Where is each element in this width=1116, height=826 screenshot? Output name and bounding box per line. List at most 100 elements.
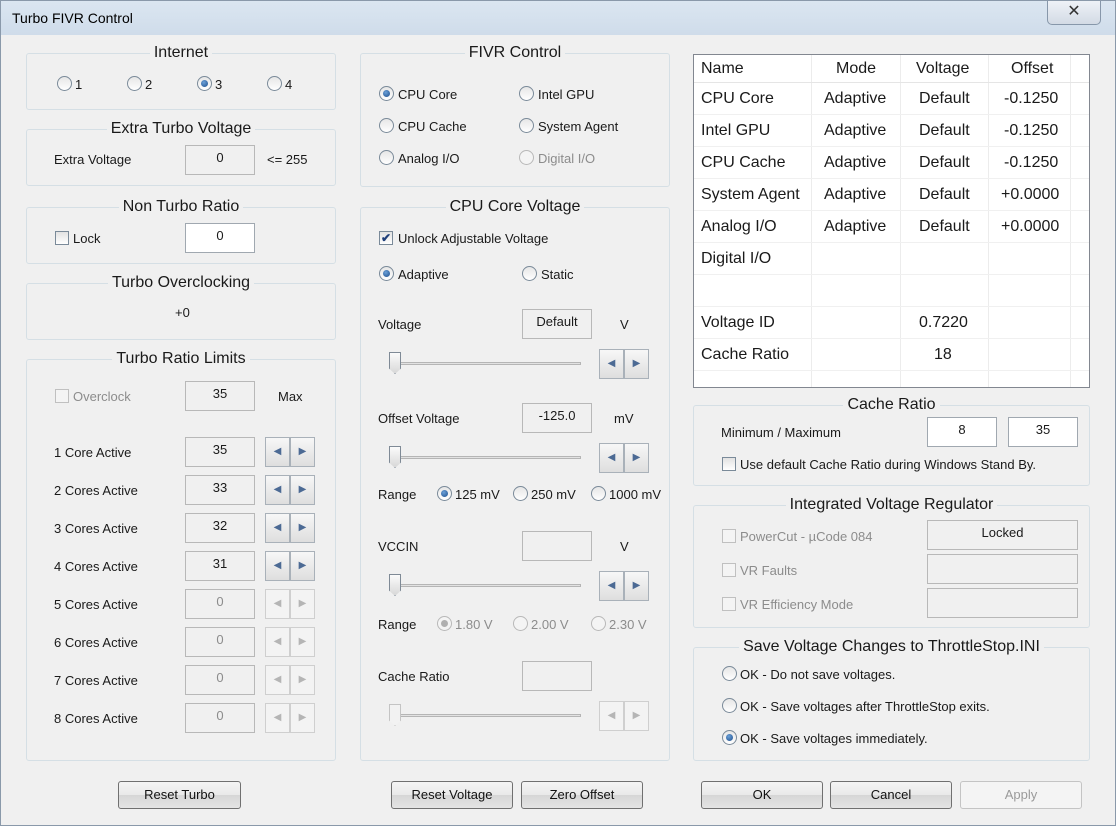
save-radio-exit[interactable] bbox=[722, 698, 737, 713]
left-arrow-icon[interactable]: ◀ bbox=[265, 703, 290, 733]
table-row[interactable]: Voltage ID 0.7220 bbox=[694, 307, 1089, 339]
max-ratio-field[interactable]: 35 bbox=[185, 381, 255, 411]
left-arrow-icon[interactable]: ◀ bbox=[265, 589, 290, 619]
core-4-spinner[interactable]: ◀ ▶ bbox=[265, 551, 315, 581]
core-6-spinner[interactable]: ◀ ▶ bbox=[265, 627, 315, 657]
slider-thumb[interactable] bbox=[389, 574, 401, 596]
core-8-field[interactable]: 0 bbox=[185, 703, 255, 733]
voltage-spinner[interactable]: ◀ ▶ bbox=[599, 349, 649, 379]
range-radio-125[interactable] bbox=[437, 486, 452, 501]
right-arrow-icon[interactable]: ▶ bbox=[624, 701, 649, 731]
cache-ratio-field[interactable] bbox=[522, 661, 592, 691]
core-5-spinner[interactable]: ◀ ▶ bbox=[265, 589, 315, 619]
table-row[interactable]: System Agent Adaptive Default +0.0000 bbox=[694, 179, 1089, 211]
left-arrow-icon[interactable]: ◀ bbox=[265, 551, 290, 581]
core-1-spinner[interactable]: ◀ ▶ bbox=[265, 437, 315, 467]
fivr-radio-intel-gpu[interactable] bbox=[519, 86, 534, 101]
cache-ratio-slider[interactable] bbox=[389, 703, 581, 727]
offset-voltage-spinner[interactable]: ◀ ▶ bbox=[599, 443, 649, 473]
right-arrow-icon[interactable]: ▶ bbox=[624, 349, 649, 379]
reset-voltage-button[interactable]: Reset Voltage bbox=[391, 781, 513, 809]
zero-offset-button[interactable]: Zero Offset bbox=[521, 781, 643, 809]
right-arrow-icon[interactable]: ▶ bbox=[290, 437, 315, 467]
header-voltage[interactable]: Voltage bbox=[916, 55, 969, 82]
voltage-slider[interactable] bbox=[389, 351, 581, 375]
cache-min-field[interactable]: 8 bbox=[927, 417, 997, 447]
internet-radio-3[interactable] bbox=[197, 76, 212, 91]
range-radio-250[interactable] bbox=[513, 486, 528, 501]
fivr-radio-digital-io[interactable] bbox=[519, 150, 534, 165]
unlock-voltage-checkbox[interactable]: ✔ bbox=[379, 231, 393, 245]
cancel-button[interactable]: Cancel bbox=[830, 781, 952, 809]
core-6-field[interactable]: 0 bbox=[185, 627, 255, 657]
right-arrow-icon[interactable]: ▶ bbox=[290, 589, 315, 619]
core-7-spinner[interactable]: ◀ ▶ bbox=[265, 665, 315, 695]
range-radio-1000[interactable] bbox=[591, 486, 606, 501]
ok-button[interactable]: OK bbox=[701, 781, 823, 809]
apply-button[interactable]: Apply bbox=[960, 781, 1082, 809]
title-bar[interactable]: Turbo FIVR Control ✕ bbox=[1, 1, 1115, 35]
offset-voltage-field[interactable]: -125.0 bbox=[522, 403, 592, 433]
left-arrow-icon[interactable]: ◀ bbox=[265, 627, 290, 657]
vr-efficiency-checkbox[interactable] bbox=[722, 597, 736, 611]
left-arrow-icon[interactable]: ◀ bbox=[599, 701, 624, 731]
table-row[interactable] bbox=[694, 275, 1089, 307]
fivr-radio-cpu-cache[interactable] bbox=[379, 118, 394, 133]
header-offset[interactable]: Offset bbox=[1011, 55, 1053, 82]
save-radio-no[interactable] bbox=[722, 666, 737, 681]
vccin-range-radio-200[interactable] bbox=[513, 616, 528, 631]
left-arrow-icon[interactable]: ◀ bbox=[599, 349, 624, 379]
cache-max-field[interactable]: 35 bbox=[1008, 417, 1078, 447]
left-arrow-icon[interactable]: ◀ bbox=[599, 571, 624, 601]
right-arrow-icon[interactable]: ▶ bbox=[290, 665, 315, 695]
core-4-field[interactable]: 31 bbox=[185, 551, 255, 581]
left-arrow-icon[interactable]: ◀ bbox=[265, 665, 290, 695]
extra-voltage-field[interactable]: 0 bbox=[185, 145, 255, 175]
left-arrow-icon[interactable]: ◀ bbox=[265, 513, 290, 543]
left-arrow-icon[interactable]: ◀ bbox=[599, 443, 624, 473]
vccin-slider[interactable] bbox=[389, 573, 581, 597]
standby-checkbox[interactable] bbox=[722, 457, 736, 471]
right-arrow-icon[interactable]: ▶ bbox=[290, 627, 315, 657]
adaptive-radio[interactable] bbox=[379, 266, 394, 281]
right-arrow-icon[interactable]: ▶ bbox=[290, 475, 315, 505]
right-arrow-icon[interactable]: ▶ bbox=[290, 703, 315, 733]
slider-thumb[interactable] bbox=[389, 704, 401, 726]
fivr-radio-analog-io[interactable] bbox=[379, 150, 394, 165]
table-row[interactable]: CPU Core Adaptive Default -0.1250 bbox=[694, 83, 1089, 115]
reset-turbo-button[interactable]: Reset Turbo bbox=[118, 781, 241, 809]
save-radio-immediately[interactable] bbox=[722, 730, 737, 745]
slider-thumb[interactable] bbox=[389, 352, 401, 374]
internet-radio-1[interactable] bbox=[57, 76, 72, 91]
fivr-radio-cpu-core[interactable] bbox=[379, 86, 394, 101]
fivr-radio-system-agent[interactable] bbox=[519, 118, 534, 133]
vccin-range-radio-230[interactable] bbox=[591, 616, 606, 631]
voltage-field[interactable]: Default bbox=[522, 309, 592, 339]
right-arrow-icon[interactable]: ▶ bbox=[290, 513, 315, 543]
lock-checkbox[interactable] bbox=[55, 231, 69, 245]
vccin-field[interactable] bbox=[522, 531, 592, 561]
header-mode[interactable]: Mode bbox=[836, 55, 876, 82]
non-turbo-ratio-field[interactable]: 0 bbox=[185, 223, 255, 253]
slider-thumb[interactable] bbox=[389, 446, 401, 468]
right-arrow-icon[interactable]: ▶ bbox=[624, 443, 649, 473]
core-8-spinner[interactable]: ◀ ▶ bbox=[265, 703, 315, 733]
header-name[interactable]: Name bbox=[701, 55, 744, 82]
core-3-spinner[interactable]: ◀ ▶ bbox=[265, 513, 315, 543]
core-7-field[interactable]: 0 bbox=[185, 665, 255, 695]
internet-radio-2[interactable] bbox=[127, 76, 142, 91]
table-row[interactable]: CPU Cache Adaptive Default -0.1250 bbox=[694, 147, 1089, 179]
core-2-field[interactable]: 33 bbox=[185, 475, 255, 505]
internet-radio-4[interactable] bbox=[267, 76, 282, 91]
core-3-field[interactable]: 32 bbox=[185, 513, 255, 543]
left-arrow-icon[interactable]: ◀ bbox=[265, 437, 290, 467]
core-2-spinner[interactable]: ◀ ▶ bbox=[265, 475, 315, 505]
vccin-spinner[interactable]: ◀ ▶ bbox=[599, 571, 649, 601]
close-button[interactable]: ✕ bbox=[1047, 1, 1101, 25]
right-arrow-icon[interactable]: ▶ bbox=[624, 571, 649, 601]
offset-voltage-slider[interactable] bbox=[389, 445, 581, 469]
cache-ratio-spinner[interactable]: ◀ ▶ bbox=[599, 701, 649, 731]
overclock-checkbox[interactable] bbox=[55, 389, 69, 403]
static-radio[interactable] bbox=[522, 266, 537, 281]
right-arrow-icon[interactable]: ▶ bbox=[290, 551, 315, 581]
